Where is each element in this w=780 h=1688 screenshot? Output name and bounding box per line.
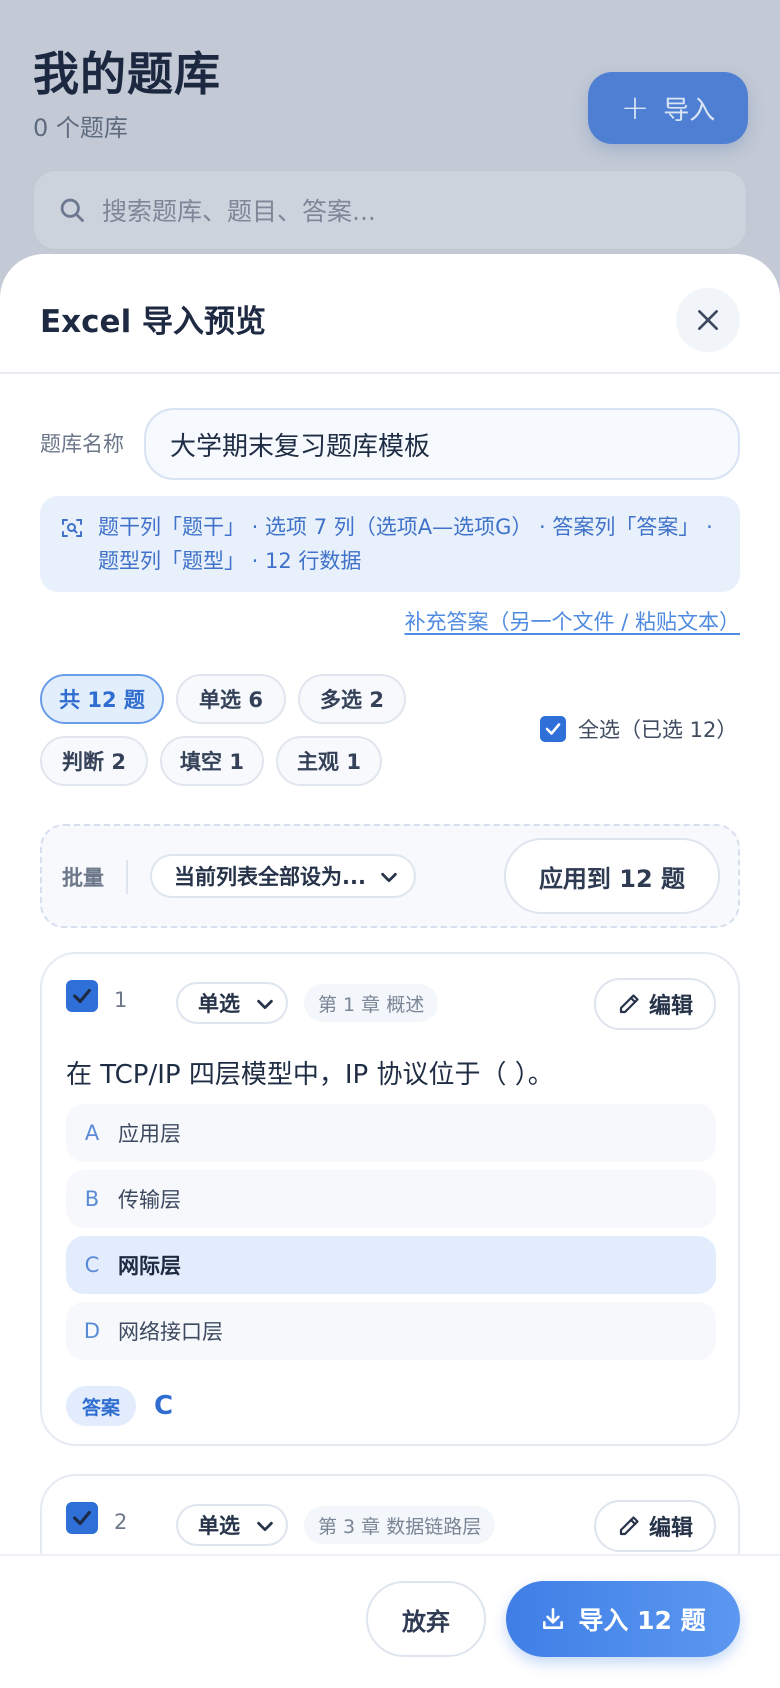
sheet-header: Excel 导入预览	[0, 254, 780, 374]
option-letter: D	[83, 1319, 101, 1343]
chevron-down-icon	[257, 999, 273, 1010]
option-text: 网际层	[118, 1254, 181, 1278]
pencil-icon	[619, 1516, 639, 1536]
close-button[interactable]	[676, 288, 740, 352]
search-icon	[60, 198, 84, 222]
search-bar[interactable]: 搜索题库、题目、答案...	[33, 170, 747, 250]
detect-info-text: 题干列「题干」 · 选项 7 列（选项A—选项G） · 答案列「答案」 · 题型…	[98, 515, 713, 573]
option-text: 传输层	[118, 1188, 181, 1212]
scan-icon	[62, 519, 82, 537]
chapter-tag: 第 1 章 概述	[304, 984, 439, 1022]
bank-count: 0 个题库	[33, 114, 128, 142]
apply-batch-button[interactable]: 应用到 12 题	[504, 838, 720, 914]
option-a: A 应用层	[66, 1104, 716, 1162]
question-type-select[interactable]: 单选	[176, 1504, 288, 1546]
column-detect-info: 题干列「题干」 · 选项 7 列（选项A—选项G） · 答案列「答案」 · 题型…	[40, 496, 740, 592]
question-type-value: 单选	[198, 1514, 240, 1538]
option-letter: A	[84, 1121, 100, 1145]
question-card: 1 单选 第 1 章 概述 编辑 在 TCP/IP 四层模型中，IP 协议位于（…	[40, 952, 740, 1446]
confirm-import-label: 导入 12 题	[578, 1606, 706, 1635]
page-title: 我的题库	[33, 47, 221, 101]
question-type-value: 单选	[198, 992, 240, 1016]
import-button-label: 导入	[663, 95, 716, 126]
filter-chip-single[interactable]: 单选 6	[176, 674, 286, 724]
select-all-label: 全选（已选 12）	[578, 718, 738, 742]
batch-type-select[interactable]: 当前列表全部设为...	[150, 854, 416, 898]
plus-icon: +	[620, 88, 650, 128]
question-checkbox[interactable]	[66, 980, 98, 1012]
batch-select-value: 当前列表全部设为...	[174, 865, 366, 889]
answer-value: C	[154, 1391, 174, 1421]
edit-button[interactable]: 编辑	[594, 978, 716, 1030]
filter-chip-multi[interactable]: 多选 2	[298, 674, 406, 724]
sheet-title: Excel 导入预览	[40, 304, 266, 340]
divider	[126, 860, 128, 894]
question-number: 2	[114, 1510, 128, 1534]
check-icon	[73, 1510, 91, 1526]
option-text: 应用层	[118, 1122, 181, 1146]
close-icon	[698, 310, 718, 330]
option-text: 网络接口层	[118, 1320, 223, 1344]
option-c-correct: C 网际层	[66, 1236, 716, 1294]
chevron-down-icon	[381, 872, 397, 883]
discard-button[interactable]: 放弃	[366, 1581, 486, 1657]
question-type-select[interactable]: 单选	[176, 982, 288, 1024]
check-icon	[73, 988, 91, 1004]
chevron-down-icon	[257, 1521, 273, 1532]
filter-chip-fill[interactable]: 填空 1	[160, 736, 264, 786]
search-placeholder: 搜索题库、题目、答案...	[102, 197, 376, 226]
filter-chip-all[interactable]: 共 12 题	[40, 674, 164, 724]
batch-panel: 批量 当前列表全部设为... 应用到 12 题	[40, 824, 740, 928]
filter-chip-subjective[interactable]: 主观 1	[276, 736, 382, 786]
chapter-tag: 第 3 章 数据链路层	[304, 1506, 496, 1544]
question-checkbox[interactable]	[66, 1502, 98, 1534]
supplement-answer-link[interactable]: 补充答案（另一个文件 / 粘贴文本）	[405, 606, 740, 636]
edit-button-label: 编辑	[648, 994, 693, 1019]
import-button[interactable]: + 导入	[588, 72, 748, 144]
bank-name-input[interactable]	[144, 408, 740, 480]
option-letter: B	[84, 1187, 100, 1211]
select-all-checkbox[interactable]	[540, 716, 566, 742]
batch-label: 批量	[62, 866, 104, 890]
option-letter: C	[84, 1253, 100, 1277]
pencil-icon	[619, 994, 639, 1014]
bank-name-label: 题库名称	[40, 432, 124, 456]
confirm-import-button[interactable]: 导入 12 题	[506, 1581, 740, 1657]
filter-chip-judge[interactable]: 判断 2	[40, 736, 148, 786]
sheet-footer: 放弃 导入 12 题	[0, 1554, 780, 1688]
option-b: B 传输层	[66, 1170, 716, 1228]
option-d: D 网络接口层	[66, 1302, 716, 1360]
edit-button[interactable]: 编辑	[594, 1500, 716, 1552]
question-text: 在 TCP/IP 四层模型中，IP 协议位于（ ）。	[66, 1060, 554, 1090]
select-all-toggle[interactable]: 全选（已选 12）	[540, 714, 737, 744]
check-icon	[545, 723, 561, 735]
download-icon	[543, 1607, 564, 1629]
import-preview-sheet: Excel 导入预览 题库名称 题干列「题干」 · 选项 7 列（选项A—选项G…	[0, 254, 780, 1688]
answer-badge: 答案	[66, 1386, 137, 1426]
edit-button-label: 编辑	[648, 1516, 693, 1541]
question-number: 1	[114, 988, 128, 1012]
